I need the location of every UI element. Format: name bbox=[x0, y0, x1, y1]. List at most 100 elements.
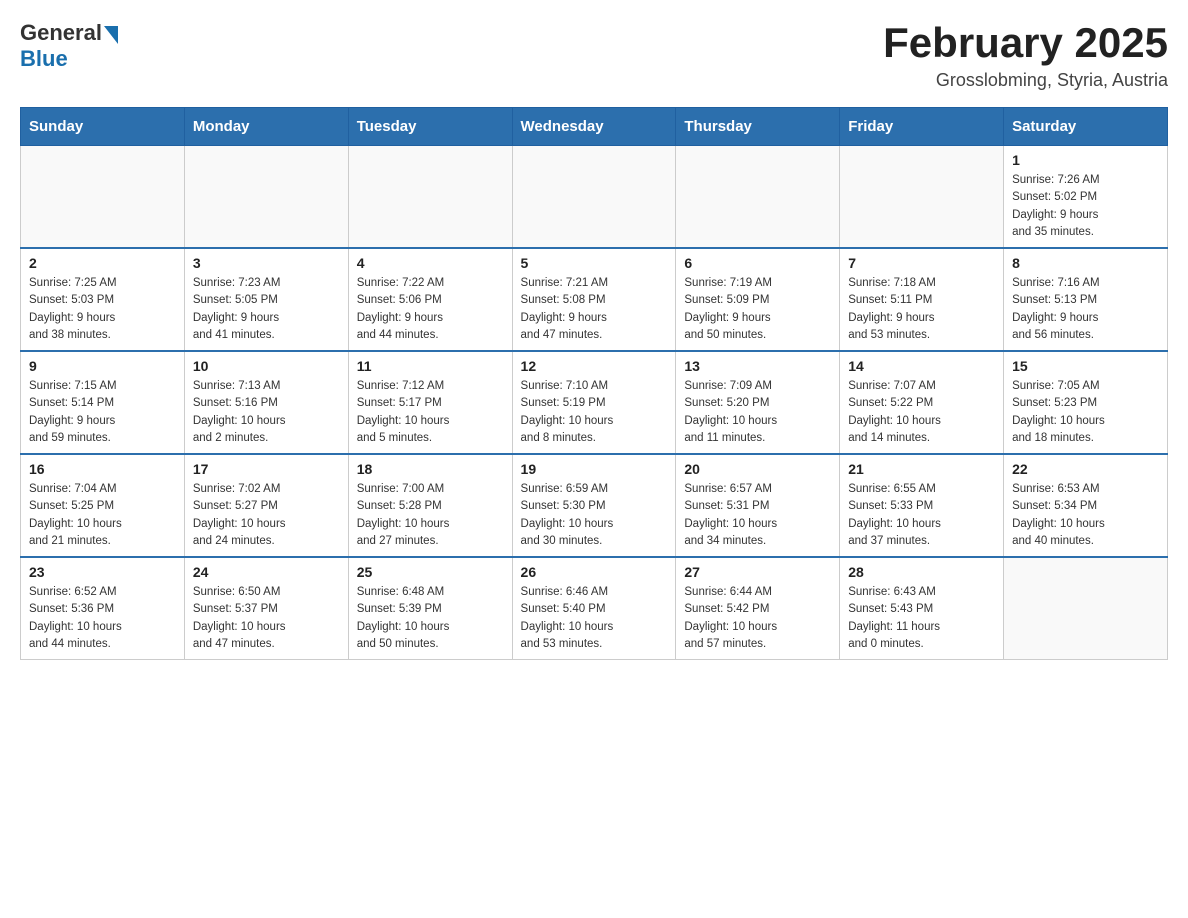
day-info: Sunrise: 7:04 AMSunset: 5:25 PMDaylight:… bbox=[29, 481, 176, 550]
logo-blue-text: Blue bbox=[20, 46, 118, 72]
day-number: 12 bbox=[521, 358, 668, 374]
day-of-week-header: Thursday bbox=[676, 108, 840, 146]
day-of-week-header: Tuesday bbox=[348, 108, 512, 146]
calendar-week-row: 1Sunrise: 7:26 AMSunset: 5:02 PMDaylight… bbox=[21, 146, 1168, 249]
logo-general-text: General bbox=[20, 20, 102, 46]
page-header: General Blue February 2025 Grosslobming,… bbox=[20, 20, 1168, 91]
calendar-subtitle: Grosslobming, Styria, Austria bbox=[883, 70, 1168, 91]
day-number: 11 bbox=[357, 358, 504, 374]
day-number: 19 bbox=[521, 461, 668, 477]
day-info: Sunrise: 7:09 AMSunset: 5:20 PMDaylight:… bbox=[684, 378, 831, 447]
calendar-day-cell: 9 Sunrise: 7:15 AMSunset: 5:14 PMDaylight… bbox=[21, 351, 185, 454]
day-info: Sunrise: 7:13 AMSunset: 5:16 PMDaylight:… bbox=[193, 378, 340, 447]
day-info: Sunrise: 7:16 AMSunset: 5:13 PMDaylight:… bbox=[1012, 275, 1159, 344]
day-of-week-header: Monday bbox=[184, 108, 348, 146]
day-info: Sunrise: 7:25 AMSunset: 5:03 PMDaylight:… bbox=[29, 275, 176, 344]
calendar-day-cell: 6 Sunrise: 7:19 AMSunset: 5:09 PMDaylight… bbox=[676, 248, 840, 351]
calendar-day-cell: 19 Sunrise: 6:59 AMSunset: 5:30 PMDayligh… bbox=[512, 454, 676, 557]
day-info: Sunrise: 7:21 AMSunset: 5:08 PMDaylight:… bbox=[521, 275, 668, 344]
calendar-day-cell: 21Sunrise: 6:55 AMSunset: 5:33 PMDayligh… bbox=[840, 454, 1004, 557]
logo: General Blue bbox=[20, 20, 118, 72]
day-number: 9 bbox=[29, 358, 176, 374]
day-number: 26 bbox=[521, 564, 668, 580]
calendar-table: SundayMondayTuesdayWednesdayThursdayFrid… bbox=[20, 107, 1168, 660]
day-number: 7 bbox=[848, 255, 995, 271]
calendar-day-cell: 1Sunrise: 7:26 AMSunset: 5:02 PMDaylight… bbox=[1004, 146, 1168, 249]
calendar-day-cell: 20 Sunrise: 6:57 AMSunset: 5:31 PMDayligh… bbox=[676, 454, 840, 557]
day-number: 21 bbox=[848, 461, 995, 477]
calendar-day-cell: 18Sunrise: 7:00 AMSunset: 5:28 PMDayligh… bbox=[348, 454, 512, 557]
calendar-day-cell: 15 Sunrise: 7:05 AMSunset: 5:23 PMDayligh… bbox=[1004, 351, 1168, 454]
calendar-day-cell: 17 Sunrise: 7:02 AMSunset: 5:27 PMDayligh… bbox=[184, 454, 348, 557]
day-of-week-header: Sunday bbox=[21, 108, 185, 146]
calendar-day-cell: 5 Sunrise: 7:21 AMSunset: 5:08 PMDaylight… bbox=[512, 248, 676, 351]
calendar-week-row: 9 Sunrise: 7:15 AMSunset: 5:14 PMDaylight… bbox=[21, 351, 1168, 454]
calendar-day-cell bbox=[512, 146, 676, 249]
day-number: 16 bbox=[29, 461, 176, 477]
day-info: Sunrise: 6:43 AMSunset: 5:43 PMDaylight:… bbox=[848, 584, 995, 653]
calendar-day-cell bbox=[676, 146, 840, 249]
calendar-day-cell: 23 Sunrise: 6:52 AMSunset: 5:36 PMDayligh… bbox=[21, 557, 185, 660]
day-number: 22 bbox=[1012, 461, 1159, 477]
day-number: 6 bbox=[684, 255, 831, 271]
day-info: Sunrise: 7:22 AMSunset: 5:06 PMDaylight:… bbox=[357, 275, 504, 344]
day-number: 13 bbox=[684, 358, 831, 374]
day-info: Sunrise: 6:48 AMSunset: 5:39 PMDaylight:… bbox=[357, 584, 504, 653]
calendar-day-cell: 27Sunrise: 6:44 AMSunset: 5:42 PMDayligh… bbox=[676, 557, 840, 660]
day-info: Sunrise: 6:57 AMSunset: 5:31 PMDaylight:… bbox=[684, 481, 831, 550]
day-number: 25 bbox=[357, 564, 504, 580]
day-number: 15 bbox=[1012, 358, 1159, 374]
day-of-week-header: Friday bbox=[840, 108, 1004, 146]
day-number: 8 bbox=[1012, 255, 1159, 271]
day-number: 5 bbox=[521, 255, 668, 271]
day-number: 17 bbox=[193, 461, 340, 477]
calendar-day-cell: 24 Sunrise: 6:50 AMSunset: 5:37 PMDayligh… bbox=[184, 557, 348, 660]
day-info: Sunrise: 7:18 AMSunset: 5:11 PMDaylight:… bbox=[848, 275, 995, 344]
logo-arrow-icon bbox=[104, 26, 118, 44]
day-info: Sunrise: 7:02 AMSunset: 5:27 PMDaylight:… bbox=[193, 481, 340, 550]
calendar-day-cell: 22 Sunrise: 6:53 AMSunset: 5:34 PMDayligh… bbox=[1004, 454, 1168, 557]
calendar-day-cell: 10 Sunrise: 7:13 AMSunset: 5:16 PMDayligh… bbox=[184, 351, 348, 454]
day-info: Sunrise: 7:10 AMSunset: 5:19 PMDaylight:… bbox=[521, 378, 668, 447]
calendar-day-cell: 12 Sunrise: 7:10 AMSunset: 5:19 PMDayligh… bbox=[512, 351, 676, 454]
day-number: 28 bbox=[848, 564, 995, 580]
day-info: Sunrise: 6:59 AMSunset: 5:30 PMDaylight:… bbox=[521, 481, 668, 550]
day-info: Sunrise: 6:46 AMSunset: 5:40 PMDaylight:… bbox=[521, 584, 668, 653]
calendar-day-cell: 13 Sunrise: 7:09 AMSunset: 5:20 PMDayligh… bbox=[676, 351, 840, 454]
calendar-title: February 2025 bbox=[883, 20, 1168, 66]
day-info: Sunrise: 6:52 AMSunset: 5:36 PMDaylight:… bbox=[29, 584, 176, 653]
day-number: 3 bbox=[193, 255, 340, 271]
calendar-day-cell: 16 Sunrise: 7:04 AMSunset: 5:25 PMDayligh… bbox=[21, 454, 185, 557]
day-info: Sunrise: 6:50 AMSunset: 5:37 PMDaylight:… bbox=[193, 584, 340, 653]
calendar-day-cell bbox=[21, 146, 185, 249]
day-info: Sunrise: 7:00 AMSunset: 5:28 PMDaylight:… bbox=[357, 481, 504, 550]
calendar-day-cell bbox=[840, 146, 1004, 249]
calendar-day-cell: 4Sunrise: 7:22 AMSunset: 5:06 PMDaylight… bbox=[348, 248, 512, 351]
calendar-week-row: 2 Sunrise: 7:25 AMSunset: 5:03 PMDaylight… bbox=[21, 248, 1168, 351]
calendar-day-cell: 11Sunrise: 7:12 AMSunset: 5:17 PMDayligh… bbox=[348, 351, 512, 454]
day-of-week-header: Wednesday bbox=[512, 108, 676, 146]
calendar-day-cell: 14Sunrise: 7:07 AMSunset: 5:22 PMDayligh… bbox=[840, 351, 1004, 454]
day-number: 24 bbox=[193, 564, 340, 580]
day-info: Sunrise: 7:19 AMSunset: 5:09 PMDaylight:… bbox=[684, 275, 831, 344]
day-number: 10 bbox=[193, 358, 340, 374]
day-info: Sunrise: 6:44 AMSunset: 5:42 PMDaylight:… bbox=[684, 584, 831, 653]
day-number: 20 bbox=[684, 461, 831, 477]
calendar-day-cell: 8 Sunrise: 7:16 AMSunset: 5:13 PMDaylight… bbox=[1004, 248, 1168, 351]
calendar-day-cell: 2 Sunrise: 7:25 AMSunset: 5:03 PMDaylight… bbox=[21, 248, 185, 351]
calendar-day-cell: 26 Sunrise: 6:46 AMSunset: 5:40 PMDayligh… bbox=[512, 557, 676, 660]
calendar-header-row: SundayMondayTuesdayWednesdayThursdayFrid… bbox=[21, 108, 1168, 146]
calendar-day-cell: 25 Sunrise: 6:48 AMSunset: 5:39 PMDayligh… bbox=[348, 557, 512, 660]
day-number: 2 bbox=[29, 255, 176, 271]
day-info: Sunrise: 7:05 AMSunset: 5:23 PMDaylight:… bbox=[1012, 378, 1159, 447]
day-info: Sunrise: 7:15 AMSunset: 5:14 PMDaylight:… bbox=[29, 378, 176, 447]
day-info: Sunrise: 6:53 AMSunset: 5:34 PMDaylight:… bbox=[1012, 481, 1159, 550]
title-section: February 2025 Grosslobming, Styria, Aust… bbox=[883, 20, 1168, 91]
calendar-week-row: 23 Sunrise: 6:52 AMSunset: 5:36 PMDayligh… bbox=[21, 557, 1168, 660]
day-of-week-header: Saturday bbox=[1004, 108, 1168, 146]
calendar-day-cell bbox=[348, 146, 512, 249]
day-number: 14 bbox=[848, 358, 995, 374]
day-number: 23 bbox=[29, 564, 176, 580]
day-number: 1 bbox=[1012, 152, 1159, 168]
calendar-day-cell bbox=[1004, 557, 1168, 660]
